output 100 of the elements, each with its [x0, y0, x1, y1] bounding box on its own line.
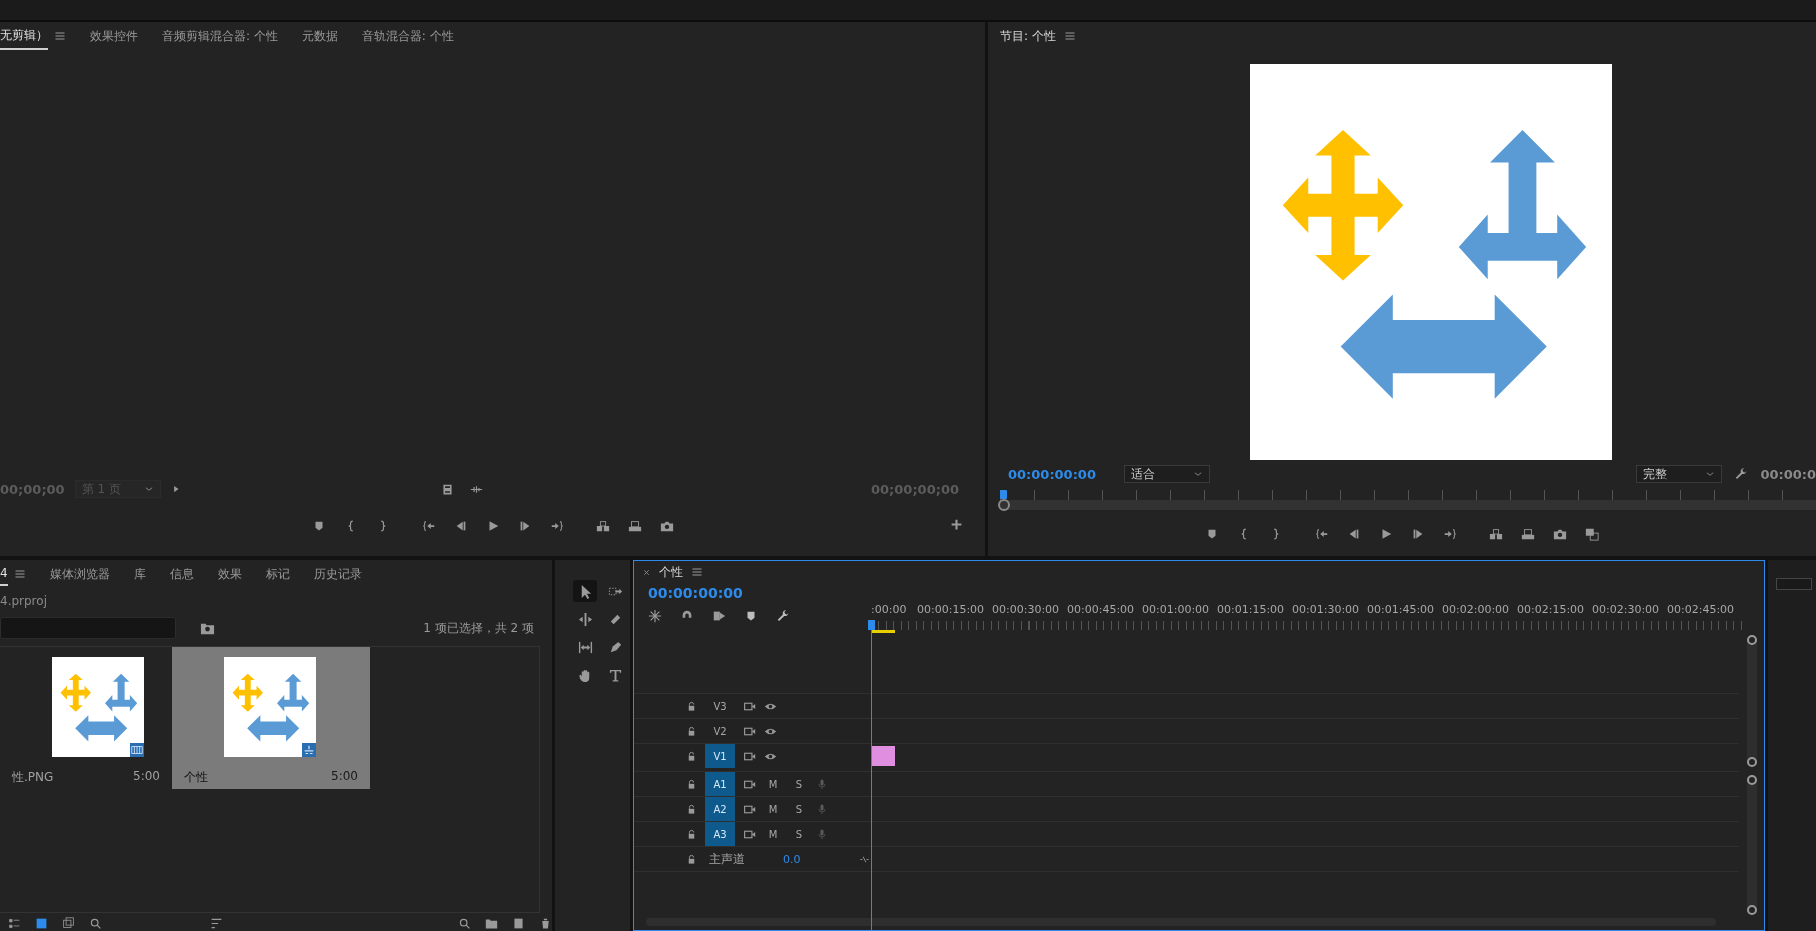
type-tool-icon — [607, 667, 623, 683]
ruler-label: 00:00:45:00 — [1067, 603, 1136, 616]
nest-icon[interactable] — [648, 609, 662, 623]
folder-icon[interactable] — [485, 917, 498, 930]
go-to-in-icon[interactable] — [421, 519, 436, 533]
camera-icon[interactable] — [659, 519, 674, 533]
zoom-icon[interactable] — [89, 917, 102, 930]
zoom-dropdown[interactable]: 适合 — [1123, 465, 1210, 483]
solo-toggle[interactable]: S — [790, 803, 808, 815]
menu-icon[interactable] — [54, 30, 66, 42]
panel-tab[interactable]: 媒体浏览器 — [49, 561, 110, 587]
ruler-label: 00:02:30:00 — [1592, 603, 1661, 616]
ruler-label: 00:02:45:00 — [1667, 603, 1736, 616]
vertical-scrollbar[interactable] — [1746, 775, 1757, 915]
tool-button[interactable] — [573, 580, 597, 602]
chevron-icon[interactable] — [1705, 469, 1716, 479]
media-item[interactable]: 性.PNG 5:00 — [0, 647, 172, 789]
go-to-in-icon[interactable] — [1315, 527, 1329, 541]
panel-tab[interactable]: 个性 — [659, 563, 683, 581]
camera-icon[interactable] — [1553, 527, 1567, 541]
timecode[interactable]: 00:00:00:00 — [648, 585, 871, 601]
panel-tab[interactable]: 历史记录 — [313, 561, 362, 587]
insert-icon[interactable] — [595, 519, 610, 533]
ruler-label: 00:02:15:00 — [1517, 603, 1586, 616]
lock-icon[interactable] — [686, 725, 697, 737]
panel-tab[interactable]: 效果 — [217, 561, 242, 587]
ruler-label: :00:00 — [871, 603, 908, 616]
mute-toggle[interactable]: M — [764, 803, 782, 815]
step-back-icon[interactable] — [1347, 527, 1361, 541]
overwrite-icon[interactable] — [627, 519, 642, 533]
sequence-badge-icon — [302, 743, 316, 757]
step-forward-icon[interactable] — [1411, 527, 1425, 541]
media-item[interactable]: 个性 5:00 — [172, 647, 370, 789]
mute-toggle[interactable]: M — [764, 778, 782, 790]
panel-tab[interactable]: 无剪辑） — [0, 22, 48, 50]
vertical-scrollbar[interactable] — [1746, 635, 1757, 767]
panel-tab[interactable]: 4 — [0, 562, 8, 586]
freeform-view-icon[interactable] — [62, 917, 75, 930]
sort-icon[interactable] — [210, 917, 223, 930]
timecode: 00;00;00;00 — [871, 481, 959, 497]
lock-icon[interactable] — [686, 803, 697, 815]
volume-value[interactable]: 0.0 — [783, 852, 801, 866]
panel-tab[interactable]: 效果控件 — [90, 23, 138, 49]
insert-icon[interactable] — [1489, 527, 1503, 541]
overwrite-icon[interactable] — [1521, 527, 1535, 541]
project-file-name: 4.prproj — [0, 593, 48, 610]
wrench-icon[interactable] — [1734, 467, 1749, 481]
add-button-icon[interactable] — [950, 518, 963, 531]
wrench-icon[interactable] — [776, 609, 790, 623]
solo-toggle[interactable]: S — [790, 828, 808, 840]
compare-icon[interactable] — [1585, 527, 1599, 541]
selection-info: 1 项已选择，共 2 项 — [423, 619, 534, 637]
lock-icon[interactable] — [686, 828, 697, 840]
timecode: 00;00;00 — [0, 481, 65, 497]
icon-view-icon[interactable] — [35, 917, 48, 930]
list-view-icon[interactable] — [8, 917, 21, 930]
panel-tab[interactable]: 信息 — [169, 561, 194, 587]
track-target-toggle[interactable]: V3 — [705, 694, 735, 718]
ruler-label: 00:02:00:00 — [1442, 603, 1511, 616]
find-icon[interactable] — [458, 917, 471, 930]
go-to-out-icon[interactable] — [549, 519, 564, 533]
lock-icon[interactable] — [686, 778, 697, 790]
quality-dropdown[interactable]: 完整 — [1636, 465, 1723, 483]
lock-icon[interactable] — [686, 853, 697, 865]
menu-icon[interactable] — [1063, 30, 1076, 42]
lock-icon[interactable] — [686, 750, 697, 762]
item-name: 性.PNG — [12, 769, 54, 786]
panel-tab[interactable]: 音轨混合器: 个性 — [361, 23, 454, 49]
trash-icon[interactable] — [539, 917, 552, 930]
mute-toggle[interactable]: M — [764, 828, 782, 840]
menu-icon[interactable] — [13, 568, 26, 580]
track-target-toggle[interactable]: A2 — [705, 797, 735, 821]
solo-toggle[interactable]: S — [790, 778, 808, 790]
track-target-toggle[interactable]: A1 — [705, 772, 735, 796]
timecode[interactable]: 00:00:00:00 — [1008, 466, 1096, 482]
panel-tab[interactable]: 音频剪辑混合器: 个性 — [162, 23, 278, 49]
ruler-label: 00:01:00:00 — [1142, 603, 1211, 616]
lock-icon[interactable] — [686, 700, 697, 712]
track-target-toggle[interactable]: A3 — [705, 822, 735, 846]
item-name: 个性 — [184, 769, 208, 786]
chevron-icon[interactable] — [1192, 469, 1203, 479]
go-to-out-icon[interactable] — [1443, 527, 1457, 541]
new-item-icon[interactable] — [512, 917, 525, 930]
image-badge-icon — [130, 743, 144, 757]
close-icon[interactable] — [642, 567, 651, 577]
panel-tab[interactable]: 标记 — [265, 561, 290, 587]
track-target-toggle[interactable]: V1 — [705, 744, 735, 768]
video-clip[interactable] — [871, 746, 895, 766]
track-target-toggle[interactable]: V2 — [705, 719, 735, 743]
linked-selection-icon[interactable] — [712, 609, 726, 623]
ruler-label: 00:01:30:00 — [1292, 603, 1361, 616]
item-duration: 5:00 — [331, 769, 358, 785]
side-panel-field — [1776, 578, 1812, 590]
menu-icon[interactable] — [691, 566, 703, 578]
ruler-label: 00:00:15:00 — [917, 603, 986, 616]
panel-tab[interactable]: 元数据 — [301, 23, 338, 49]
filmstrip-icon[interactable] — [440, 482, 454, 496]
panel-tab[interactable]: 库 — [133, 561, 146, 587]
ripple-edit-tool-icon — [577, 611, 593, 627]
horizontal-scrollbar[interactable] — [646, 918, 1716, 926]
